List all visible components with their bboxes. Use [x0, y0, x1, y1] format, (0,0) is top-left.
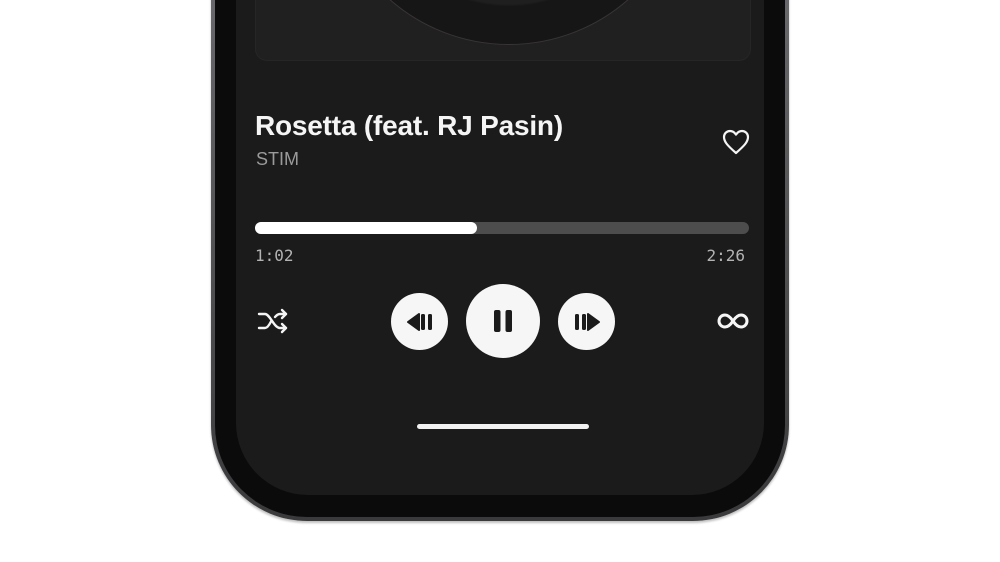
skip-forward-icon: [574, 312, 600, 331]
shuffle-icon[interactable]: [256, 307, 290, 335]
phone-frame: Rosetta (feat. RJ Pasin) STIM 1:02 2:26: [211, 0, 789, 521]
total-time: 2:26: [706, 246, 745, 265]
progress-fill: [255, 222, 478, 234]
progress-bar[interactable]: [255, 222, 749, 234]
infinity-icon[interactable]: [716, 308, 750, 334]
track-artist[interactable]: STIM: [256, 149, 299, 170]
pause-button[interactable]: [466, 284, 540, 358]
player-screen: Rosetta (feat. RJ Pasin) STIM 1:02 2:26: [236, 0, 764, 495]
home-indicator[interactable]: [417, 424, 589, 429]
skip-forward-button[interactable]: [558, 293, 615, 350]
track-title: Rosetta (feat. RJ Pasin): [255, 110, 563, 141]
phone-bezel: Rosetta (feat. RJ Pasin) STIM 1:02 2:26: [215, 0, 785, 517]
heart-icon[interactable]: [722, 129, 750, 155]
vinyl-record: [328, 0, 690, 45]
elapsed-time: 1:02: [255, 246, 294, 265]
album-artwork: [255, 0, 751, 61]
skip-back-button[interactable]: [391, 293, 448, 350]
skip-back-icon: [406, 312, 432, 331]
pause-icon: [494, 310, 512, 332]
